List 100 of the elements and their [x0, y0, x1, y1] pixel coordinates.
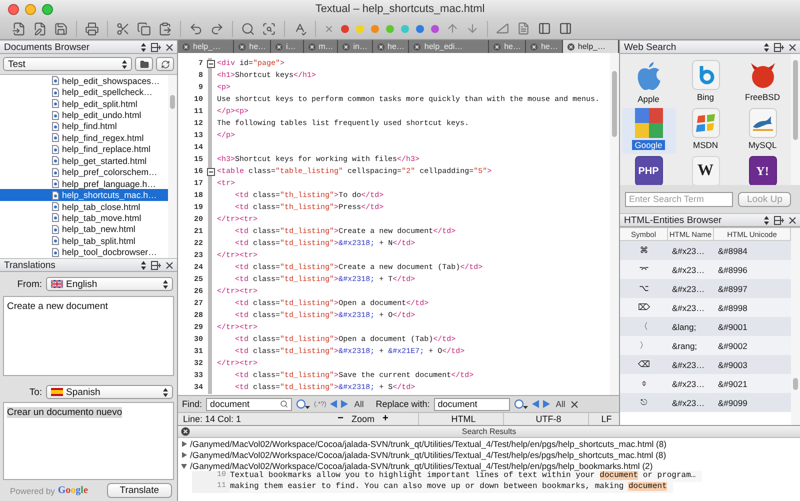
windows-logo-icon[interactable] [692, 108, 720, 138]
result-file-path[interactable]: /Ganymed/MacVol02/Workspace/Cocoa/jalada-SVN/trunk_qt/Utilities/Textual_4/Test/help/en/pgs/help_bookmarks.html (2) [190, 460, 653, 470]
bookmark-color-dot[interactable] [401, 24, 409, 32]
search-engine-button[interactable]: Google [622, 108, 676, 154]
file-item[interactable]: help_shortcuts_mac.h… [0, 189, 168, 201]
folder-select[interactable]: Test [3, 57, 132, 71]
close-tab-icon[interactable] [275, 42, 284, 50]
result-file-path[interactable]: /Ganymed/MacVol02/Workspace/Cocoa/jalada-SVN/trunk_qt/Utilities/Textual_4/Test/help/en/pgs/help_shortcuts_mac.html (8) [190, 438, 667, 448]
close-icon[interactable] [789, 44, 796, 50]
undock-icon[interactable] [151, 260, 161, 270]
close-tab-icon[interactable] [342, 42, 350, 50]
panel-right-icon[interactable] [559, 22, 572, 35]
file-item[interactable]: help_edit_showspaces… [0, 75, 168, 86]
zoom-out-button[interactable]: − [338, 414, 344, 424]
translate-button[interactable]: Translate [106, 483, 172, 498]
scrollbar-thumb[interactable] [793, 60, 798, 140]
file-item[interactable]: help_tab_split.html [0, 235, 168, 247]
close-icon[interactable] [789, 216, 796, 224]
editor-tab[interactable]: m… [304, 40, 338, 53]
file-item[interactable]: help_find_replace.html [0, 144, 168, 156]
file-item[interactable]: help_edit_spellcheck… [0, 86, 168, 98]
scrollbar-thumb[interactable] [612, 71, 617, 137]
cross-icon[interactable] [324, 24, 334, 34]
undo-icon[interactable] [189, 22, 203, 36]
updown-arrows-icon[interactable] [141, 42, 146, 52]
find-field[interactable]: document [206, 398, 292, 410]
file-item[interactable]: help_tab_new.html [0, 224, 168, 236]
bookmark-color-dot[interactable] [356, 24, 364, 32]
disclosure-triangle-icon[interactable] [181, 440, 187, 446]
search-engine-button[interactable]: MySQL [736, 108, 790, 154]
source-text-field[interactable]: Create a new document [3, 296, 174, 376]
close-tab-icon[interactable] [308, 42, 316, 50]
language-select[interactable]: English [46, 277, 173, 291]
editor-tab[interactable]: help_edi… [409, 40, 490, 53]
ruler-triangle-icon[interactable] [496, 22, 509, 35]
search-engine-button[interactable]: Apple [622, 60, 676, 106]
file-item[interactable]: help_tab_move.html [0, 212, 168, 224]
google-logo-icon[interactable] [634, 108, 662, 138]
search-engine-button[interactable]: Bing [678, 60, 732, 106]
translation-field[interactable]: Crear un documento nuevo [3, 402, 174, 480]
close-tab-icon[interactable] [238, 42, 246, 50]
spellcheck-icon[interactable] [293, 22, 307, 36]
close-tab-icon[interactable] [413, 42, 422, 50]
search-engine-button[interactable]: PHP [622, 156, 676, 185]
result-file-path[interactable]: /Ganymed/MacVol02/Workspace/Cocoa/jalada-SVN/trunk_qt/Utilities/Textual_4/Test/help/es/pgs/help_shortcuts_mac.html (8) [190, 450, 666, 460]
cut-icon[interactable] [116, 22, 130, 36]
search-engine-button[interactable]: Y! [736, 156, 790, 185]
file-item[interactable]: help_tool_docbrowser… [0, 246, 168, 258]
bookmark-color-dot[interactable] [386, 24, 394, 32]
close-window-button[interactable] [8, 4, 19, 14]
previous-icon[interactable] [532, 400, 539, 408]
file-item[interactable]: help_edit_undo.html [0, 109, 168, 121]
file-item[interactable]: help_tab_close.html [0, 200, 168, 212]
previous-icon[interactable] [330, 400, 338, 408]
disclosure-triangle-icon[interactable] [181, 462, 187, 468]
close-tab-icon[interactable] [530, 42, 538, 50]
scrollbar-thumb[interactable] [793, 378, 798, 390]
fold-icon[interactable] [207, 60, 215, 68]
close-tab-icon[interactable] [566, 42, 575, 50]
fold-icon[interactable] [207, 168, 215, 176]
find-all-button[interactable]: All [352, 399, 366, 409]
replace-all-button[interactable]: All [554, 399, 568, 409]
panel-left-icon[interactable] [538, 22, 551, 35]
file-item[interactable]: help_get_started.html [0, 155, 168, 166]
bookmark-color-dot[interactable] [341, 24, 349, 32]
disclosure-triangle-icon[interactable] [181, 452, 187, 458]
php-logo[interactable]: PHP [634, 156, 662, 185]
editor-tab[interactable]: in… [338, 40, 372, 53]
bookmark-color-dot[interactable] [431, 24, 439, 32]
search-engine-button[interactable]: FreeBSD [736, 60, 790, 106]
close-icon[interactable] [181, 427, 190, 436]
close-icon[interactable] [166, 44, 173, 50]
dolphin-logo-icon[interactable] [748, 108, 776, 138]
next-icon[interactable] [542, 400, 550, 408]
editor-tab[interactable]: help_… [178, 40, 234, 53]
close-icon[interactable] [166, 262, 173, 268]
replace-field[interactable]: document [434, 398, 510, 410]
wikipedia-logo[interactable]: W [692, 156, 720, 185]
file-item[interactable]: help_find.html [0, 120, 168, 132]
undock-icon[interactable] [774, 216, 784, 224]
language-select[interactable]: Spanish [46, 385, 173, 399]
bookmark-color-dot[interactable] [371, 24, 379, 32]
updown-arrows-icon[interactable] [764, 42, 769, 52]
editor-tab[interactable]: he… [526, 40, 563, 53]
scrollbar-thumb[interactable] [170, 95, 175, 109]
close-tab-icon[interactable] [493, 42, 502, 50]
editor-tab[interactable]: i… [271, 40, 304, 53]
undock-icon[interactable] [774, 42, 784, 52]
edit-file-icon[interactable] [33, 22, 47, 36]
zoom-window-button[interactable] [42, 4, 53, 14]
next-icon[interactable] [341, 400, 348, 408]
close-tab-icon[interactable] [376, 42, 384, 50]
search-options-icon[interactable] [296, 398, 310, 410]
document-icon[interactable] [517, 22, 530, 35]
redo-icon[interactable] [210, 22, 224, 36]
paste-icon[interactable] [158, 22, 172, 36]
copy-icon[interactable] [137, 22, 151, 36]
replace-options-icon[interactable] [514, 398, 528, 410]
editor-tab[interactable]: help_… [562, 40, 620, 53]
search-engine-button[interactable]: W [678, 156, 732, 185]
